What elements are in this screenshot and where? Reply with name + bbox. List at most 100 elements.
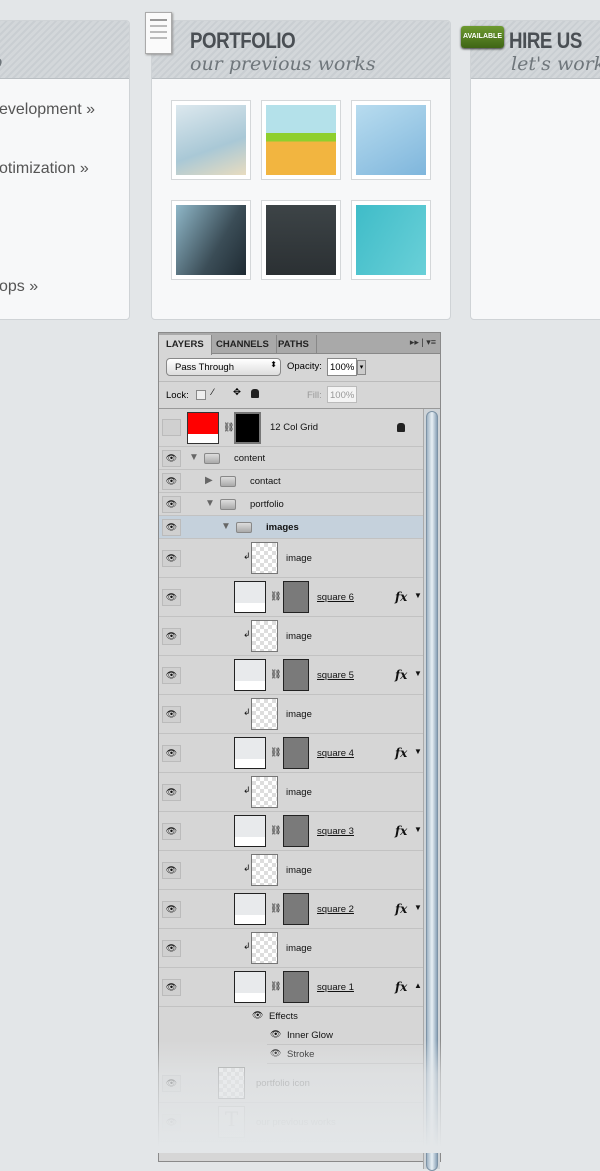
eye-icon[interactable]: 👁 (162, 472, 181, 490)
layer-name: image (286, 630, 312, 642)
fx-icon[interactable]: fx (395, 980, 407, 994)
triangle-right-icon[interactable]: ▶ (205, 475, 213, 486)
layer-name: image (286, 942, 312, 954)
lock-all-icon[interactable] (251, 389, 259, 398)
expand-arrow-icon[interactable]: ▼ (414, 591, 422, 600)
thumbnail-image (176, 205, 246, 275)
layer-name: image (286, 864, 312, 876)
clip-arrow-icon: ↲ (243, 629, 251, 639)
service-link[interactable]: otimization » (0, 160, 89, 178)
eye-icon[interactable]: 👁 (162, 978, 181, 996)
opacity-input[interactable]: 100% (327, 358, 357, 376)
link-icon: ⛓ (270, 981, 282, 991)
layer-row[interactable]: 👁 ⛓ square 4 fx ▼ (159, 734, 424, 773)
service-link[interactable]: evelopment » (0, 101, 95, 119)
portfolio-thumbnail[interactable] (261, 100, 341, 180)
layer-row[interactable]: 👁 ▼ images (159, 516, 424, 539)
layer-row[interactable]: 👁 ↲ image (159, 695, 424, 734)
eye-icon[interactable]: 👁 (162, 705, 181, 723)
layer-row[interactable]: 👁 ↲ image (159, 851, 424, 890)
clip-arrow-icon: ↲ (243, 941, 251, 951)
layer-row[interactable]: 👁 Effects (159, 1007, 424, 1026)
eye-icon[interactable]: 👁 (162, 518, 181, 536)
portfolio-thumbnail[interactable] (171, 100, 251, 180)
layer-name: 12 Col Grid (270, 422, 319, 433)
triangle-down-icon[interactable]: ▼ (205, 498, 215, 509)
fx-icon[interactable]: fx (395, 824, 407, 838)
eye-icon[interactable]: 👁 (162, 549, 181, 567)
expand-arrow-icon[interactable]: ▼ (414, 825, 422, 834)
eye-icon[interactable]: 👁 (162, 783, 181, 801)
portfolio-thumbnail[interactable] (171, 200, 251, 280)
portfolio-thumbnail[interactable] (261, 200, 341, 280)
layer-name: square 3 (317, 825, 354, 837)
eye-icon[interactable]: 👁 (162, 495, 181, 513)
eye-icon[interactable]: 👁 (162, 861, 181, 879)
layer-name: square 1 (317, 981, 354, 993)
fill-input[interactable]: 100% (327, 386, 357, 403)
eye-icon[interactable]: 👁 (162, 588, 181, 606)
link-icon: ⛓ (270, 669, 282, 679)
layer-thumbnail (234, 659, 266, 691)
opacity-dropdown-icon[interactable]: ▾ (357, 360, 366, 375)
eye-icon[interactable]: 👁 (162, 900, 181, 918)
layer-row[interactable]: 👁 ⛓ square 6 fx ▼ (159, 578, 424, 617)
fill-label: Fill: (307, 390, 322, 401)
layer-thumbnail (187, 412, 219, 444)
lock-move-icon[interactable]: ✥ (233, 387, 241, 398)
expand-arrow-icon[interactable]: ▼ (414, 747, 422, 756)
fx-icon[interactable]: fx (395, 668, 407, 682)
eye-icon[interactable]: 👁 (162, 939, 181, 957)
expand-arrow-icon[interactable]: ▼ (414, 669, 422, 678)
layer-name: square 2 (317, 903, 354, 915)
panel-menu-icon[interactable]: ▸▸ | ▾≡ (410, 337, 436, 348)
layer-row[interactable]: 👁 ⛓ square 3 fx ▼ (159, 812, 424, 851)
opacity-label: Opacity: (287, 361, 322, 372)
layer-row[interactable]: 👁 ↲ image (159, 539, 424, 578)
tab-layers[interactable]: LAYERS (159, 335, 212, 355)
layer-row[interactable]: 👁 ⛓ square 2 fx ▼ (159, 890, 424, 929)
layer-name: Inner Glow (287, 1029, 333, 1041)
expand-arrow-icon[interactable]: ▼ (414, 903, 422, 912)
layer-row[interactable]: 👁 ⛓ square 5 fx ▼ (159, 656, 424, 695)
layer-row[interactable]: 👁 ↲ image (159, 617, 424, 656)
layer-row[interactable]: 👁 ⛓ square 1 fx ▲ (159, 968, 424, 1007)
lock-transparency-icon[interactable] (196, 390, 206, 400)
layer-row[interactable]: 👁 ↲ image (159, 773, 424, 812)
fx-icon[interactable]: fx (395, 590, 407, 604)
portfolio-thumbnail[interactable] (351, 200, 431, 280)
portfolio-thumbnail[interactable] (351, 100, 431, 180)
expand-arrow-icon[interactable]: ▲ (414, 981, 422, 990)
layer-thumbnail (234, 737, 266, 769)
folder-icon (220, 499, 236, 510)
card-subtitle: o (0, 51, 2, 73)
eye-icon[interactable]: 👁 (162, 449, 181, 467)
layer-row[interactable]: ⛓ 12 Col Grid (159, 409, 424, 447)
fx-icon[interactable]: fx (395, 746, 407, 760)
visibility-toggle[interactable] (162, 419, 181, 436)
tab-paths[interactable]: PATHS (271, 335, 317, 354)
layer-row[interactable]: 👁 ▶ contact (159, 470, 424, 493)
clip-arrow-icon: ↲ (243, 785, 251, 795)
triangle-down-icon[interactable]: ▼ (189, 452, 199, 463)
eye-icon[interactable]: 👁 (162, 666, 181, 684)
triangle-down-icon[interactable]: ▼ (221, 521, 231, 532)
tab-channels[interactable]: CHANNELS (209, 335, 277, 354)
link-icon: ⛓ (270, 825, 282, 835)
layer-row[interactable]: 👁 ▼ portfolio (159, 493, 424, 516)
service-link[interactable]: ops » (0, 278, 38, 296)
eye-icon[interactable]: 👁 (162, 627, 181, 645)
layer-thumbnail (251, 932, 278, 964)
eye-icon[interactable]: 👁 (162, 744, 181, 762)
mask-thumbnail (283, 737, 309, 769)
folder-icon (220, 476, 236, 487)
blend-mode-select[interactable]: Pass Through ⬍ (166, 358, 281, 376)
layer-row[interactable]: 👁 ↲ image (159, 929, 424, 968)
layer-row[interactable]: 👁 ▼ content (159, 447, 424, 470)
lock-brush-icon[interactable]: ⁄ (212, 387, 214, 398)
fx-icon[interactable]: fx (395, 902, 407, 916)
eye-icon[interactable]: 👁 (270, 1029, 281, 1040)
layer-thumbnail (234, 581, 266, 613)
eye-icon[interactable]: 👁 (252, 1010, 263, 1021)
eye-icon[interactable]: 👁 (162, 822, 181, 840)
